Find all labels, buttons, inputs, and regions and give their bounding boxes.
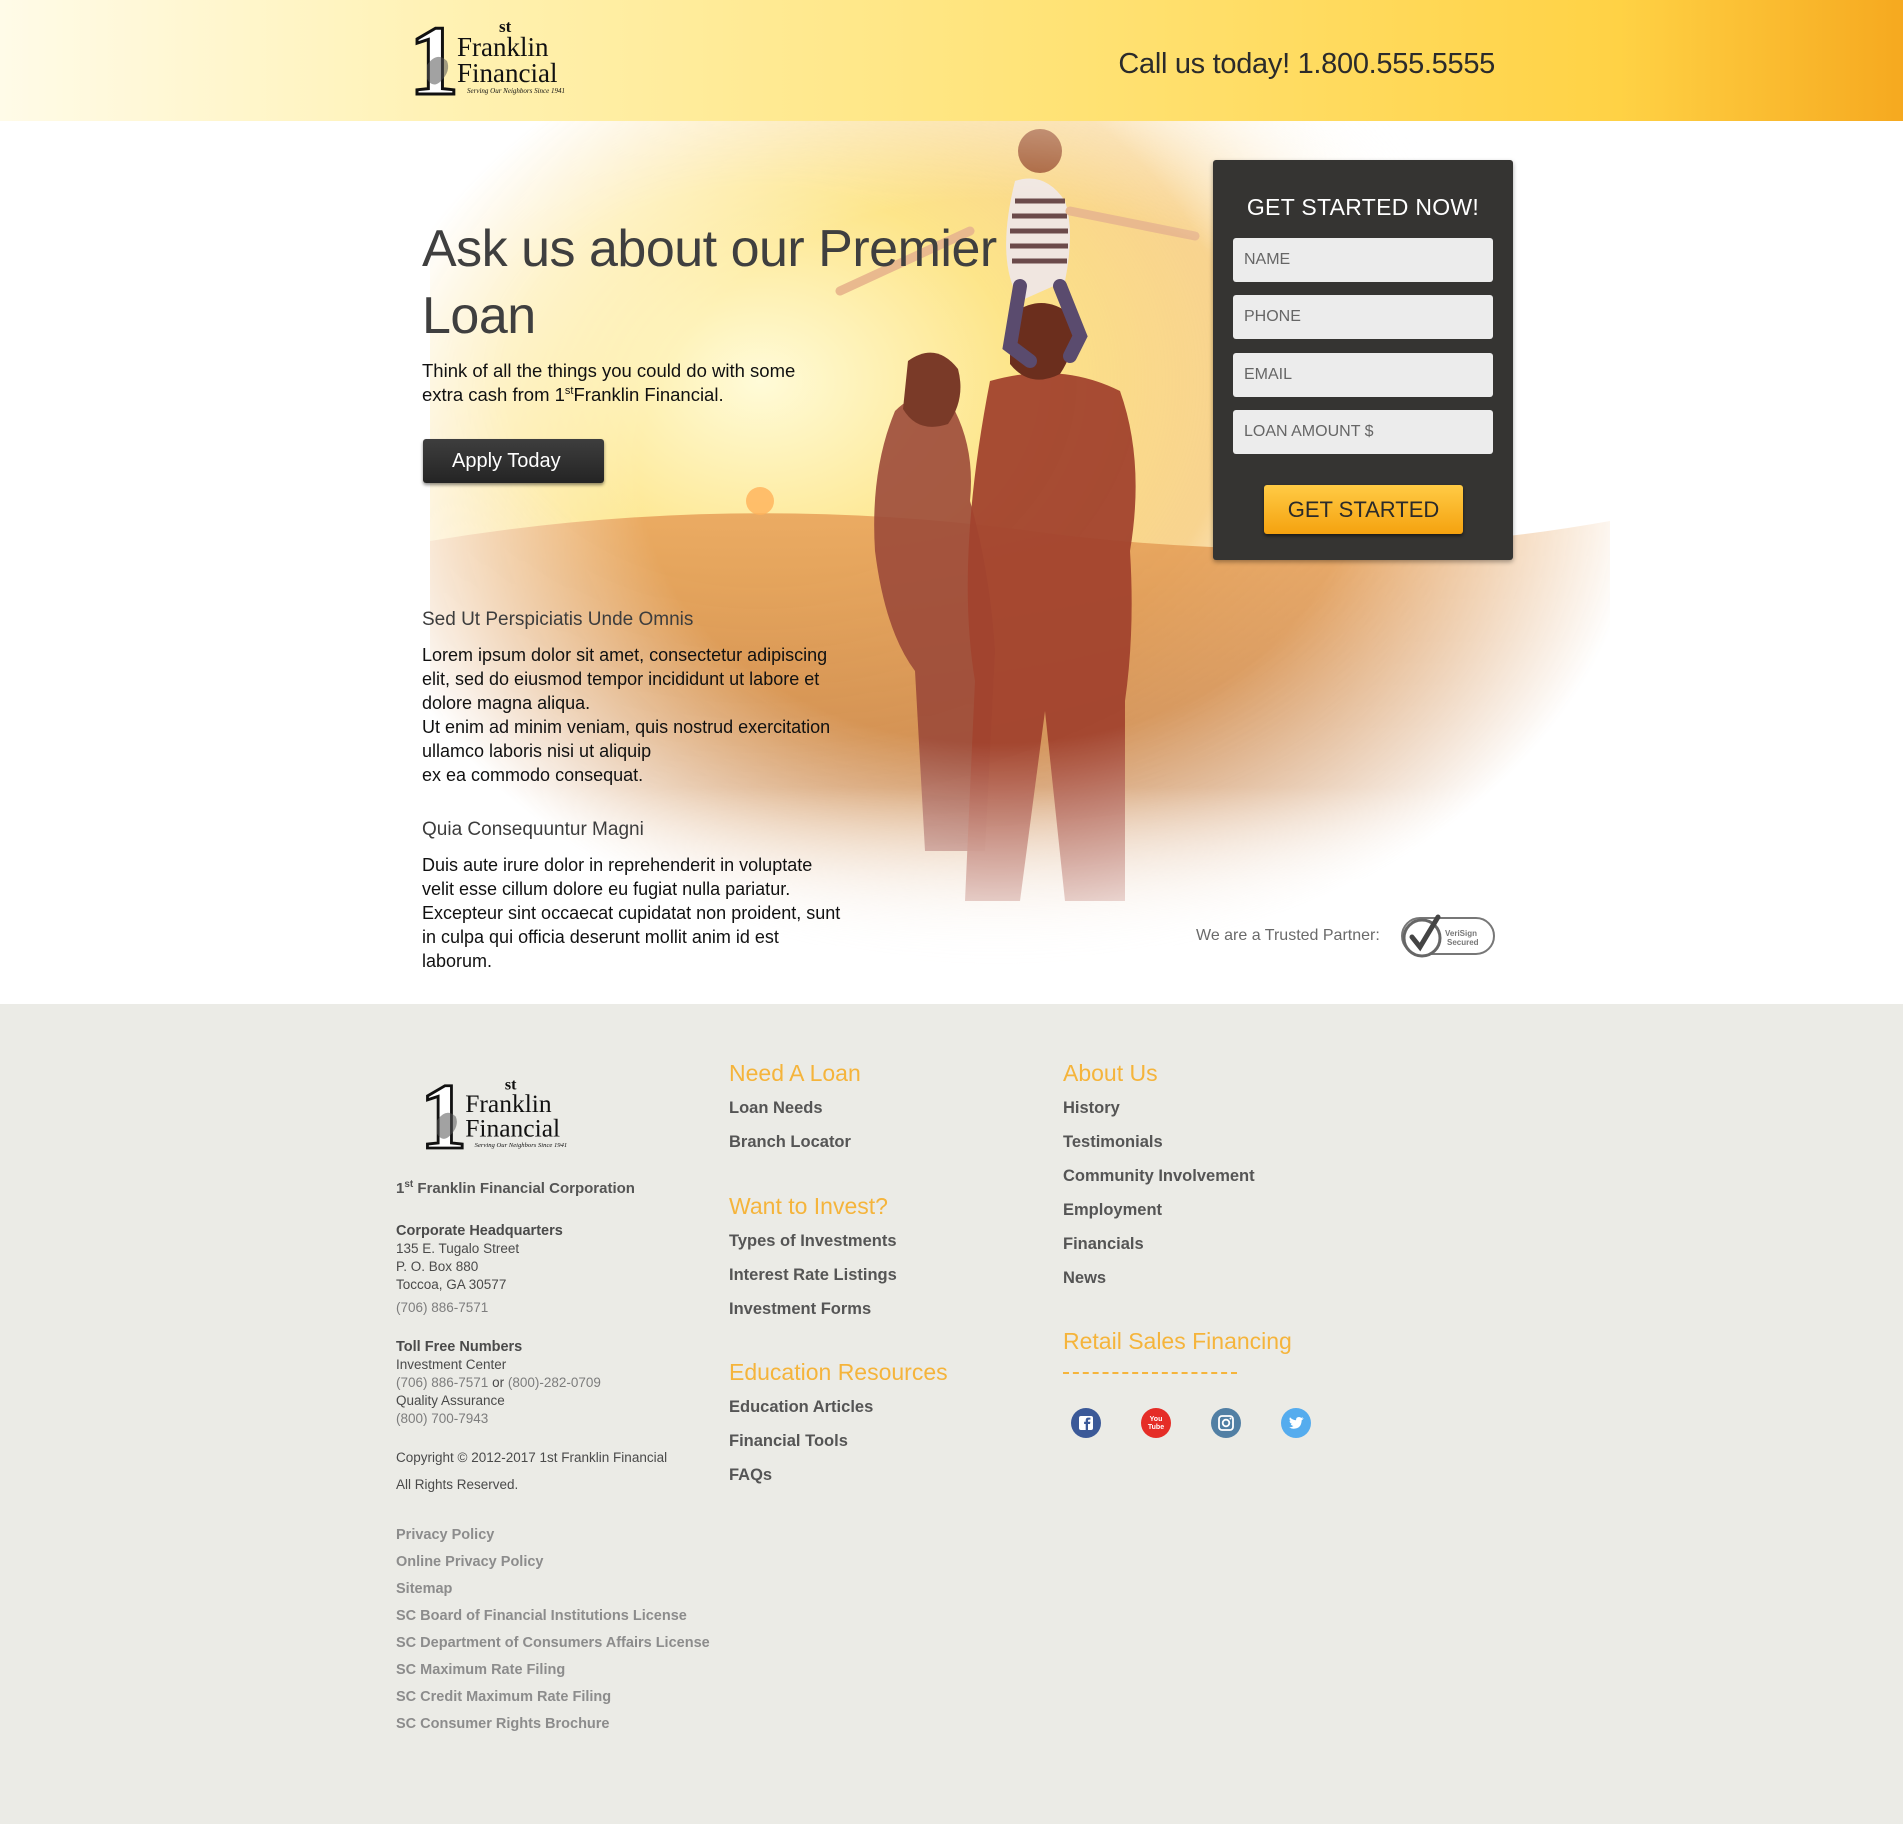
headquarters-block: Corporate Headquarters 135 E. Tugalo Str… (396, 1222, 563, 1317)
youtube-text1: You (1150, 1416, 1163, 1423)
privacy-policy-link[interactable]: Privacy Policy (396, 1527, 494, 1543)
need-loan-heading[interactable]: Need A Loan (729, 1060, 861, 1087)
hero-title: Ask us about our Premier Loan (422, 220, 997, 345)
education-articles-link[interactable]: Education Articles (729, 1398, 873, 1417)
employment-link[interactable]: Employment (1063, 1201, 1162, 1220)
copyright: Copyright © 2012-2017 1st Franklin Finan… (396, 1450, 668, 1465)
section2-line: in culpa qui officia deserunt mollit ani… (422, 927, 779, 947)
verisign-text2: Secured (1447, 938, 1479, 947)
site-header: 1 st Franklin Financial Serving Our Neig… (0, 0, 1903, 121)
branch-locator-link[interactable]: Branch Locator (729, 1133, 851, 1152)
logo-line2: Financial (457, 58, 557, 88)
online-privacy-policy-link[interactable]: Online Privacy Policy (396, 1554, 544, 1570)
email-field[interactable] (1233, 353, 1493, 397)
section1-line: Lorem ipsum dolor sit amet, consectetur … (422, 645, 828, 665)
footer-logo-line2: Financial (465, 1114, 560, 1143)
corp-sup: st (404, 1179, 414, 1190)
section1-line: ex ea commodo consequat. (422, 765, 644, 785)
financials-link[interactable]: Financials (1063, 1235, 1144, 1254)
investment-phones: (706) 886-7571 or (800)-282-0709 (396, 1374, 601, 1392)
retail-divider (1063, 1372, 1237, 1374)
verisign-text1: VeriSign (1445, 929, 1477, 938)
quality-assurance-label: Quality Assurance (396, 1393, 505, 1408)
toll-free-block: Toll Free Numbers Investment Center (706… (396, 1338, 601, 1428)
education-heading[interactable]: Education Resources (729, 1359, 948, 1386)
interest-rate-listings-link[interactable]: Interest Rate Listings (729, 1266, 897, 1285)
sitemap-link[interactable]: Sitemap (396, 1581, 452, 1597)
faqs-link[interactable]: FAQs (729, 1466, 772, 1485)
footer-logo-tagline: Serving Our Neighbors Since 1941 (475, 1142, 568, 1149)
youtube-text2: Tube (1148, 1424, 1164, 1431)
section2-line: laborum. (422, 951, 493, 971)
corp-text: Franklin Financial Corporation (417, 1180, 635, 1197)
section2-body: Duis aute irure dolor in reprehenderit i… (422, 853, 862, 973)
section2-line: velit esse cillum dolore eu fugiat nulla… (422, 879, 791, 899)
investment-phone-1[interactable]: (706) 886-7571 (396, 1375, 488, 1390)
section1-line: elit, sed do eiusmod tempor incididunt u… (422, 669, 820, 689)
types-of-investments-link[interactable]: Types of Investments (729, 1232, 897, 1251)
sc-consumer-affairs-license-link[interactable]: SC Department of Consumers Affairs Licen… (396, 1635, 710, 1651)
section2-line: Excepteur sint occaecat cupidatat non pr… (422, 903, 841, 923)
apply-today-button[interactable]: Apply Today (423, 439, 604, 483)
investment-or: or (492, 1375, 505, 1390)
hero-section: Ask us about our Premier Loan Think of a… (0, 121, 1903, 1004)
section1-line: dolore magna aliqua. (422, 693, 591, 713)
instagram-icon[interactable] (1211, 1408, 1241, 1438)
phone-field[interactable] (1233, 295, 1493, 339)
hq-phone[interactable]: (706) 886-7571 (396, 1299, 563, 1317)
verisign-badge[interactable]: VeriSign Secured (1400, 912, 1496, 965)
brand-logo[interactable]: 1 st Franklin Financial Serving Our Neig… (407, 10, 587, 100)
all-rights: All Rights Reserved. (396, 1477, 519, 1492)
investment-phone-2[interactable]: (800)-282-0709 (508, 1375, 601, 1390)
community-involvement-link[interactable]: Community Involvement (1063, 1167, 1255, 1186)
section2-title: Quia Consequuntur Magni (422, 819, 644, 840)
hero-subtitle: Think of all the things you could do wit… (422, 359, 822, 407)
header-phone[interactable]: Call us today! 1.800.555.5555 (1118, 48, 1495, 81)
get-started-form: GET STARTED NOW! GET STARTED (1213, 160, 1513, 560)
retail-sales-heading[interactable]: Retail Sales Financing (1063, 1328, 1292, 1355)
name-field[interactable] (1233, 238, 1493, 282)
about-us-heading[interactable]: About Us (1063, 1060, 1158, 1087)
hq-title: Corporate Headquarters (396, 1223, 563, 1239)
hq-address-line: 135 E. Tugalo Street (396, 1241, 520, 1256)
corporation-name: 1st Franklin Financial Corporation (396, 1179, 635, 1198)
sc-credit-max-rate-filing-link[interactable]: SC Credit Maximum Rate Filing (396, 1689, 611, 1705)
loan-needs-link[interactable]: Loan Needs (729, 1099, 823, 1118)
loan-amount-field[interactable] (1233, 410, 1493, 454)
hq-address-line: P. O. Box 880 (396, 1259, 479, 1274)
footer-brand-logo[interactable]: 1 st Franklin Financial Serving Our Neig… (418, 1068, 588, 1154)
twitter-icon[interactable] (1281, 1408, 1311, 1438)
youtube-icon[interactable]: You Tube (1141, 1408, 1171, 1438)
sc-consumer-rights-brochure-link[interactable]: SC Consumer Rights Brochure (396, 1716, 610, 1732)
section1-line: ullamco laboris nisi ut aliquip (422, 741, 652, 761)
quality-assurance-phone[interactable]: (800) 700-7943 (396, 1410, 601, 1428)
news-link[interactable]: News (1063, 1269, 1106, 1288)
site-footer: 1 st Franklin Financial Serving Our Neig… (0, 1004, 1903, 1824)
get-started-button[interactable]: GET STARTED (1264, 485, 1463, 534)
trusted-partner-label: We are a Trusted Partner: (1196, 927, 1380, 944)
section1-line: Ut enim ad minim veniam, quis nostrud ex… (422, 717, 831, 737)
sc-board-license-link[interactable]: SC Board of Financial Institutions Licen… (396, 1608, 687, 1624)
testimonials-link[interactable]: Testimonials (1063, 1133, 1163, 1152)
history-link[interactable]: History (1063, 1099, 1120, 1118)
footer-logo-numeral: 1 (420, 1068, 467, 1154)
sc-max-rate-filing-link[interactable]: SC Maximum Rate Filing (396, 1662, 565, 1678)
logo-numeral: 1 (409, 10, 459, 100)
form-title: GET STARTED NOW! (1246, 194, 1480, 220)
section1-body: Lorem ipsum dolor sit amet, consectetur … (422, 643, 862, 787)
hq-address-line: Toccoa, GA 30577 (396, 1277, 507, 1292)
facebook-icon[interactable] (1071, 1408, 1101, 1438)
section1-title: Sed Ut Perspiciatis Unde Omnis (422, 609, 694, 630)
financial-tools-link[interactable]: Financial Tools (729, 1432, 848, 1451)
logo-tagline: Serving Our Neighbors Since 1941 (467, 87, 565, 95)
investment-forms-link[interactable]: Investment Forms (729, 1300, 871, 1319)
hero-subtitle-brand: Franklin Financial. (573, 384, 724, 405)
section2-line: Duis aute irure dolor in reprehenderit i… (422, 855, 813, 875)
investment-center-label: Investment Center (396, 1357, 507, 1372)
toll-free-title: Toll Free Numbers (396, 1339, 523, 1355)
invest-heading[interactable]: Want to Invest? (729, 1193, 888, 1220)
